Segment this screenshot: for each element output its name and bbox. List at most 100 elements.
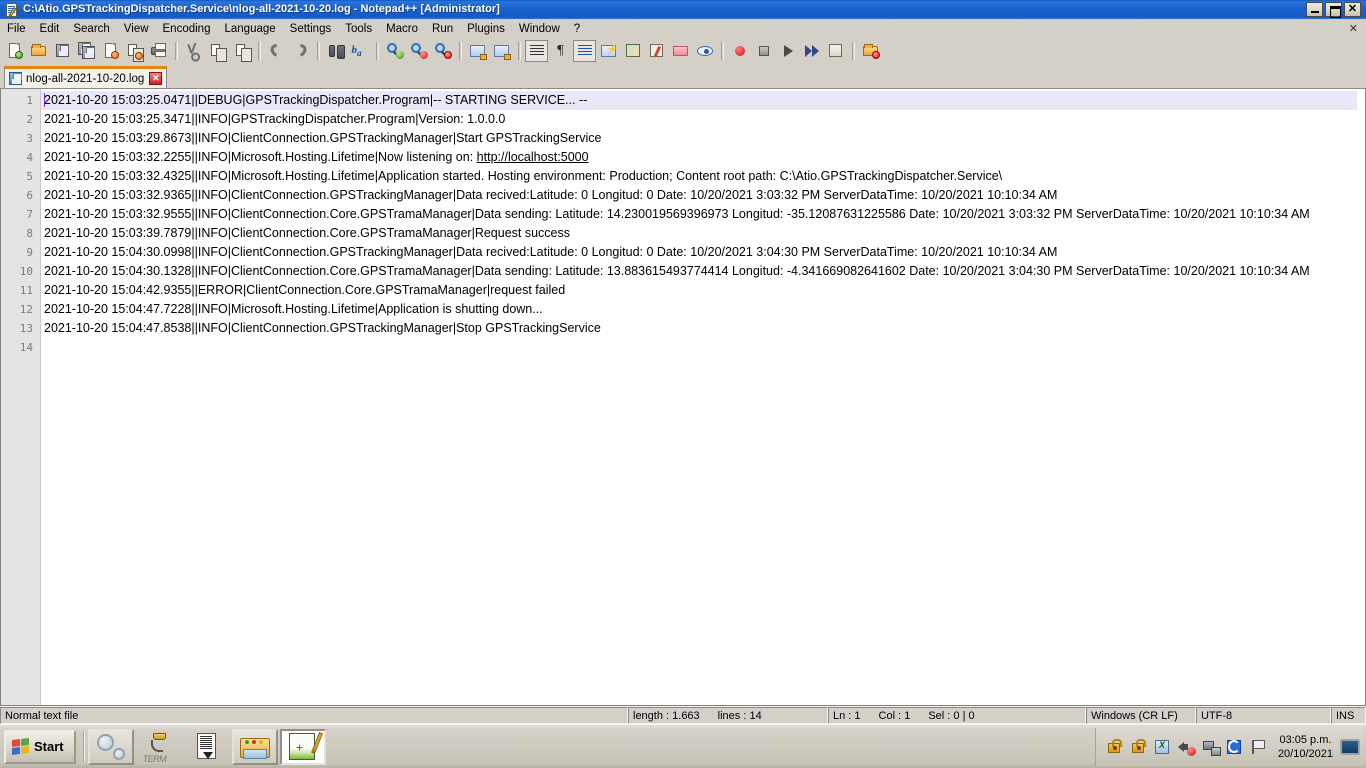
- menu-search[interactable]: Search: [66, 21, 116, 37]
- sync-horizontal-scroll-button[interactable]: [490, 40, 513, 62]
- excel-tray-icon[interactable]: [1153, 738, 1171, 756]
- menu-language[interactable]: Language: [217, 21, 282, 37]
- run-button[interactable]: [859, 40, 882, 62]
- indent-guide-button[interactable]: [573, 39, 596, 62]
- new-file-button[interactable]: [3, 40, 26, 62]
- zoom-out-button[interactable]: [407, 40, 430, 62]
- record-macro-button[interactable]: [728, 40, 751, 62]
- hyperlink-localhost[interactable]: http://localhost:5000: [477, 150, 589, 164]
- menu-view[interactable]: View: [117, 21, 156, 37]
- volume-muted-icon[interactable]: [1177, 738, 1196, 756]
- taskbar-item-notepadpp[interactable]: +: [279, 728, 326, 765]
- quick-launch-file-explorer[interactable]: [231, 728, 278, 765]
- menu-settings[interactable]: Settings: [283, 21, 339, 37]
- restore-button[interactable]: [1325, 2, 1342, 18]
- run-icon: [862, 42, 880, 60]
- copy-button[interactable]: [206, 40, 229, 62]
- document-map-button[interactable]: [621, 40, 644, 62]
- word-wrap-button[interactable]: [525, 39, 548, 62]
- close-document-button[interactable]: ✕: [1349, 22, 1366, 35]
- text-content[interactable]: 2021-10-20 15:03:25.0471||DEBUG|GPSTrack…: [41, 89, 1365, 705]
- security-lock-icon[interactable]: [1105, 738, 1123, 756]
- title-bar: C:\Atio.GPSTrackingDispatcher.Service\nl…: [0, 0, 1366, 19]
- close-file-button[interactable]: [99, 40, 122, 62]
- status-ln-value: Ln : 1: [833, 709, 861, 722]
- line-number: 2: [26, 113, 33, 126]
- toolbar-separator: [376, 41, 379, 60]
- undo-button[interactable]: [265, 40, 288, 62]
- stop-recording-icon: [755, 42, 773, 60]
- menu-plugins[interactable]: Plugins: [460, 21, 512, 37]
- save-all-button[interactable]: [75, 40, 98, 62]
- minimize-button[interactable]: [1306, 2, 1323, 17]
- document-download-icon: [195, 732, 219, 761]
- zoom-in-button[interactable]: [383, 40, 406, 62]
- cut-icon: [185, 42, 203, 60]
- monitoring-button[interactable]: [693, 40, 716, 62]
- cut-button[interactable]: [182, 40, 205, 62]
- taskbar-clock[interactable]: 03:05 p.m. 20/10/2021: [1278, 733, 1333, 761]
- quick-launch-term[interactable]: TERM: [136, 729, 182, 765]
- window-title: C:\Atio.GPSTrackingDispatcher.Service\nl…: [23, 3, 500, 15]
- menu-help[interactable]: ?: [567, 21, 587, 37]
- clock-time: 03:05 p.m.: [1279, 733, 1332, 746]
- menu-macro[interactable]: Macro: [379, 21, 425, 37]
- notepadpp-app-icon: [4, 2, 20, 18]
- open-file-button[interactable]: [27, 40, 50, 62]
- tab-nlog-all-2021-10-20-log[interactable]: nlog-all-2021-10-20.log ✕: [4, 66, 168, 88]
- play-macro-icon: [779, 42, 797, 60]
- redo-icon: [291, 41, 310, 60]
- show-all-chars-button[interactable]: ¶: [549, 40, 572, 62]
- start-button[interactable]: Start: [4, 729, 76, 764]
- save-macro-button[interactable]: [824, 40, 847, 62]
- editor-line: 2021-10-20 15:04:42.9355||ERROR|ClientCo…: [41, 281, 1365, 300]
- menu-run[interactable]: Run: [425, 21, 460, 37]
- sync-vertical-scroll-button[interactable]: [466, 40, 489, 62]
- quick-launch-settings[interactable]: [87, 728, 134, 765]
- menu-edit[interactable]: Edit: [33, 21, 67, 37]
- menu-file[interactable]: File: [0, 21, 33, 37]
- print-button[interactable]: [147, 40, 170, 62]
- play-macro-button[interactable]: [776, 40, 799, 62]
- security-lock-alt-icon[interactable]: [1129, 738, 1147, 756]
- tab-close-icon[interactable]: ✕: [149, 72, 163, 85]
- editor-line: 2021-10-20 15:03:32.9365||INFO|ClientCon…: [41, 186, 1365, 205]
- editor-line-text: 2021-10-20 15:04:47.7228||INFO|Microsoft…: [44, 302, 543, 316]
- menu-bar: File Edit Search View Encoding Language …: [0, 19, 1366, 38]
- paste-button[interactable]: [230, 40, 253, 62]
- replace-button[interactable]: ba: [348, 40, 371, 62]
- quick-launch-document-download[interactable]: [184, 729, 230, 765]
- clock-date: 20/10/2021: [1277, 747, 1333, 760]
- save-icon: [54, 42, 72, 60]
- line-number: 3: [26, 132, 33, 145]
- close-button[interactable]: ✕: [1344, 2, 1361, 17]
- close-all-button[interactable]: [123, 40, 146, 62]
- menu-tools[interactable]: Tools: [338, 21, 379, 37]
- system-tray: 03:05 p.m. 20/10/2021: [1094, 727, 1364, 766]
- show-desktop-icon[interactable]: [1340, 738, 1360, 755]
- user-defined-dialog-button[interactable]: [597, 40, 620, 62]
- stop-recording-button[interactable]: [752, 40, 775, 62]
- editor-line: 2021-10-20 15:04:30.0998||INFO|ClientCon…: [41, 243, 1365, 262]
- show-all-chars-icon: ¶: [556, 42, 564, 58]
- saved-file-icon: [9, 72, 22, 85]
- redo-button[interactable]: [289, 40, 312, 62]
- update-icon[interactable]: [1225, 738, 1243, 756]
- folder-as-workspace-button[interactable]: [669, 40, 692, 62]
- line-number: 10: [19, 265, 33, 278]
- zoom-restore-button[interactable]: [431, 40, 454, 62]
- run-macro-multiple-button[interactable]: [800, 40, 823, 62]
- save-button[interactable]: [51, 40, 74, 62]
- editor-line-text: 2021-10-20 15:03:29.8673||INFO|ClientCon…: [44, 131, 602, 145]
- save-all-icon: [77, 41, 96, 60]
- save-macro-icon: [827, 42, 845, 60]
- menu-encoding[interactable]: Encoding: [156, 21, 218, 37]
- function-list-button[interactable]: [645, 40, 668, 62]
- line-number: 14: [19, 341, 33, 354]
- term-label: TERM: [142, 753, 167, 764]
- menu-window[interactable]: Window: [512, 21, 567, 37]
- new-file-icon: [6, 42, 24, 60]
- flag-icon[interactable]: [1249, 738, 1267, 756]
- network-icon[interactable]: [1201, 738, 1221, 756]
- find-button[interactable]: [324, 40, 347, 62]
